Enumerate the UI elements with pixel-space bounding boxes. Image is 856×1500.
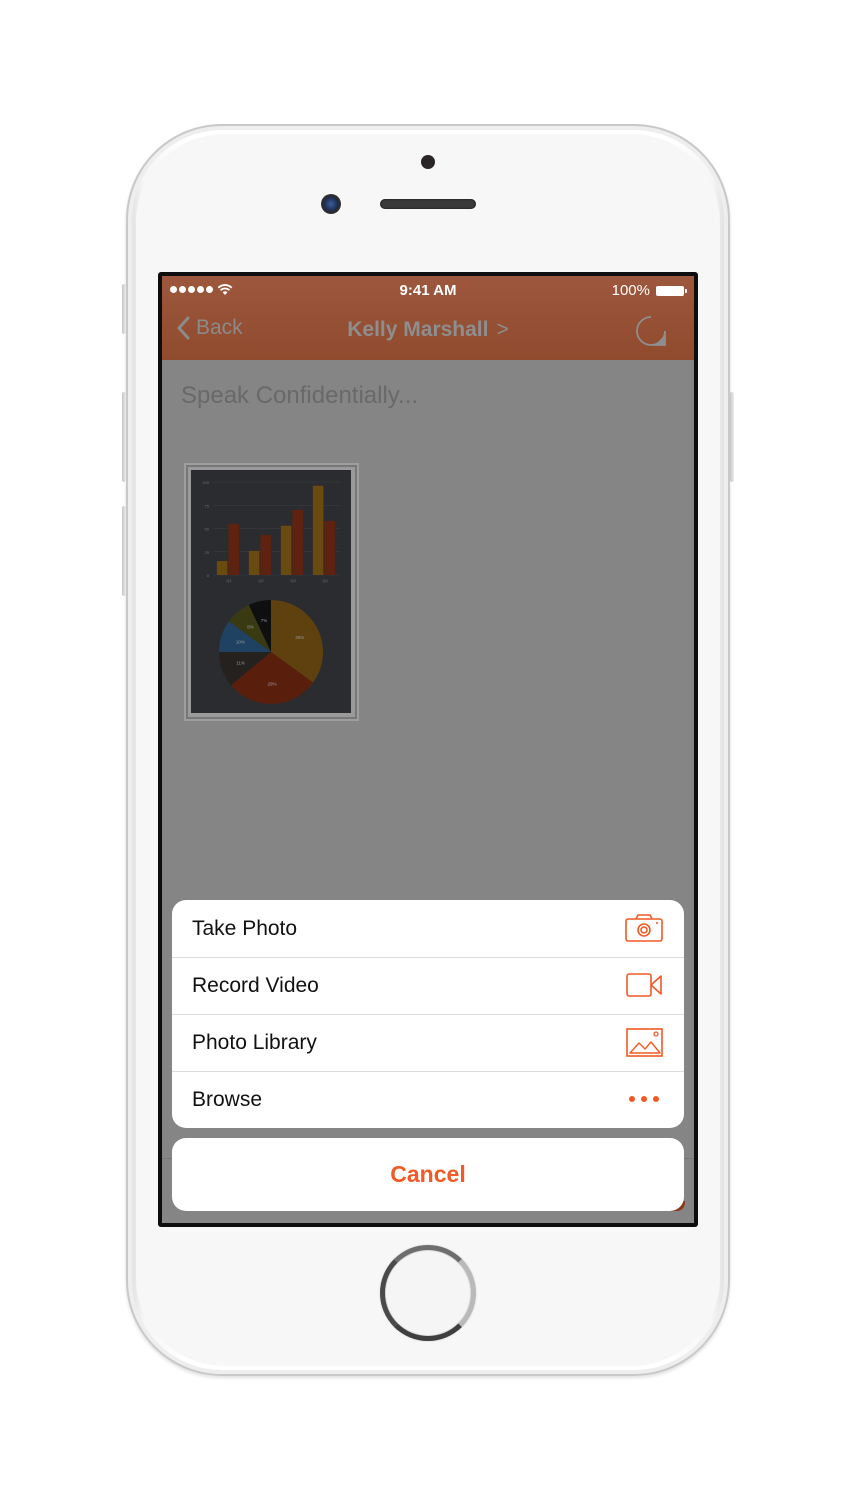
front-camera — [321, 194, 341, 214]
x-tick-label: Q4 — [322, 578, 328, 583]
browse-option[interactable]: Browse — [172, 1071, 684, 1128]
y-tick-label: 25 — [205, 550, 210, 555]
battery-icon — [656, 286, 687, 296]
camera-icon — [625, 914, 663, 942]
y-tick-label: 50 — [205, 527, 210, 532]
conversation-title[interactable]: Kelly Marshall > — [162, 318, 694, 342]
cancel-button[interactable]: Cancel — [172, 1138, 684, 1211]
bar-q4-1 — [312, 485, 324, 575]
navigation-bar: 9:41 AM 100% Back Kelly Marshall > — [162, 276, 694, 360]
bar-q2-1 — [248, 550, 260, 575]
message-input[interactable]: Speak Confidentially... — [181, 382, 418, 410]
earpiece-speaker — [380, 199, 476, 209]
y-tick-label: 75 — [205, 503, 210, 508]
y-tick-label: 100 — [202, 480, 209, 485]
bar-q4-2 — [324, 521, 335, 575]
volume-up-button — [122, 392, 126, 482]
bar-q1-1 — [216, 561, 228, 575]
home-button[interactable] — [380, 1245, 476, 1341]
record-video-label: Record Video — [192, 973, 319, 997]
photo-library-label: Photo Library — [192, 1030, 317, 1054]
record-video-option[interactable]: Record Video — [172, 957, 684, 1014]
pie-slice-label: 35% — [295, 635, 304, 640]
x-tick-label: Q1 — [226, 578, 232, 583]
take-photo-label: Take Photo — [192, 916, 298, 940]
bar-q3-1 — [280, 525, 292, 575]
power-button — [730, 392, 734, 482]
status-bar: 9:41 AM 100% — [162, 281, 694, 303]
take-photo-option[interactable]: Take Photo — [172, 900, 684, 957]
pie-slice-label: 10% — [236, 640, 245, 645]
compose-bubble-icon[interactable] — [635, 315, 667, 347]
pie-slice-label: 29% — [268, 682, 277, 687]
pie-slice-label: 11% — [236, 660, 245, 665]
pie-slice-label: 7% — [261, 618, 268, 623]
video-camera-icon — [626, 973, 662, 997]
photo-library-option[interactable]: Photo Library — [172, 1014, 684, 1071]
bar-q1-2 — [228, 523, 239, 575]
chart-image: 0 25 50 75 100 Q1 Q2 Q3 Q4 35% 29% 11% 10% 8% 7% — [191, 470, 351, 713]
contact-name: Kelly Marshall — [347, 318, 489, 341]
pie-slice-label: 8% — [247, 625, 254, 630]
x-tick-label: Q2 — [258, 578, 264, 583]
screen: 9:41 AM 100% Back Kelly Marshall > Speak … — [162, 276, 694, 1223]
pie-chart: 35% 29% 11% 10% 8% 7% — [219, 600, 323, 704]
bar-q3-2 — [292, 509, 303, 575]
battery-percent: 100% — [611, 282, 650, 299]
y-tick-label: 0 — [207, 573, 210, 578]
browse-label: Browse — [192, 1087, 263, 1111]
volume-down-button — [122, 506, 126, 596]
chevron-right-icon: > — [496, 318, 509, 341]
more-dots-icon — [629, 1096, 659, 1102]
proximity-sensor — [421, 155, 435, 169]
x-tick-label: Q3 — [290, 578, 296, 583]
bar-chart: 0 25 50 75 100 Q1 Q2 Q3 Q4 — [202, 480, 341, 583]
photo-library-icon — [626, 1028, 663, 1057]
mute-switch — [122, 284, 126, 334]
attachment-action-sheet: Take Photo Record Video Photo Library Br… — [172, 900, 684, 1128]
image-attachment[interactable]: 0 25 50 75 100 Q1 Q2 Q3 Q4 35% 29% 11% 10% 8% 7% — [184, 463, 359, 721]
bar-q2-2 — [260, 535, 271, 575]
